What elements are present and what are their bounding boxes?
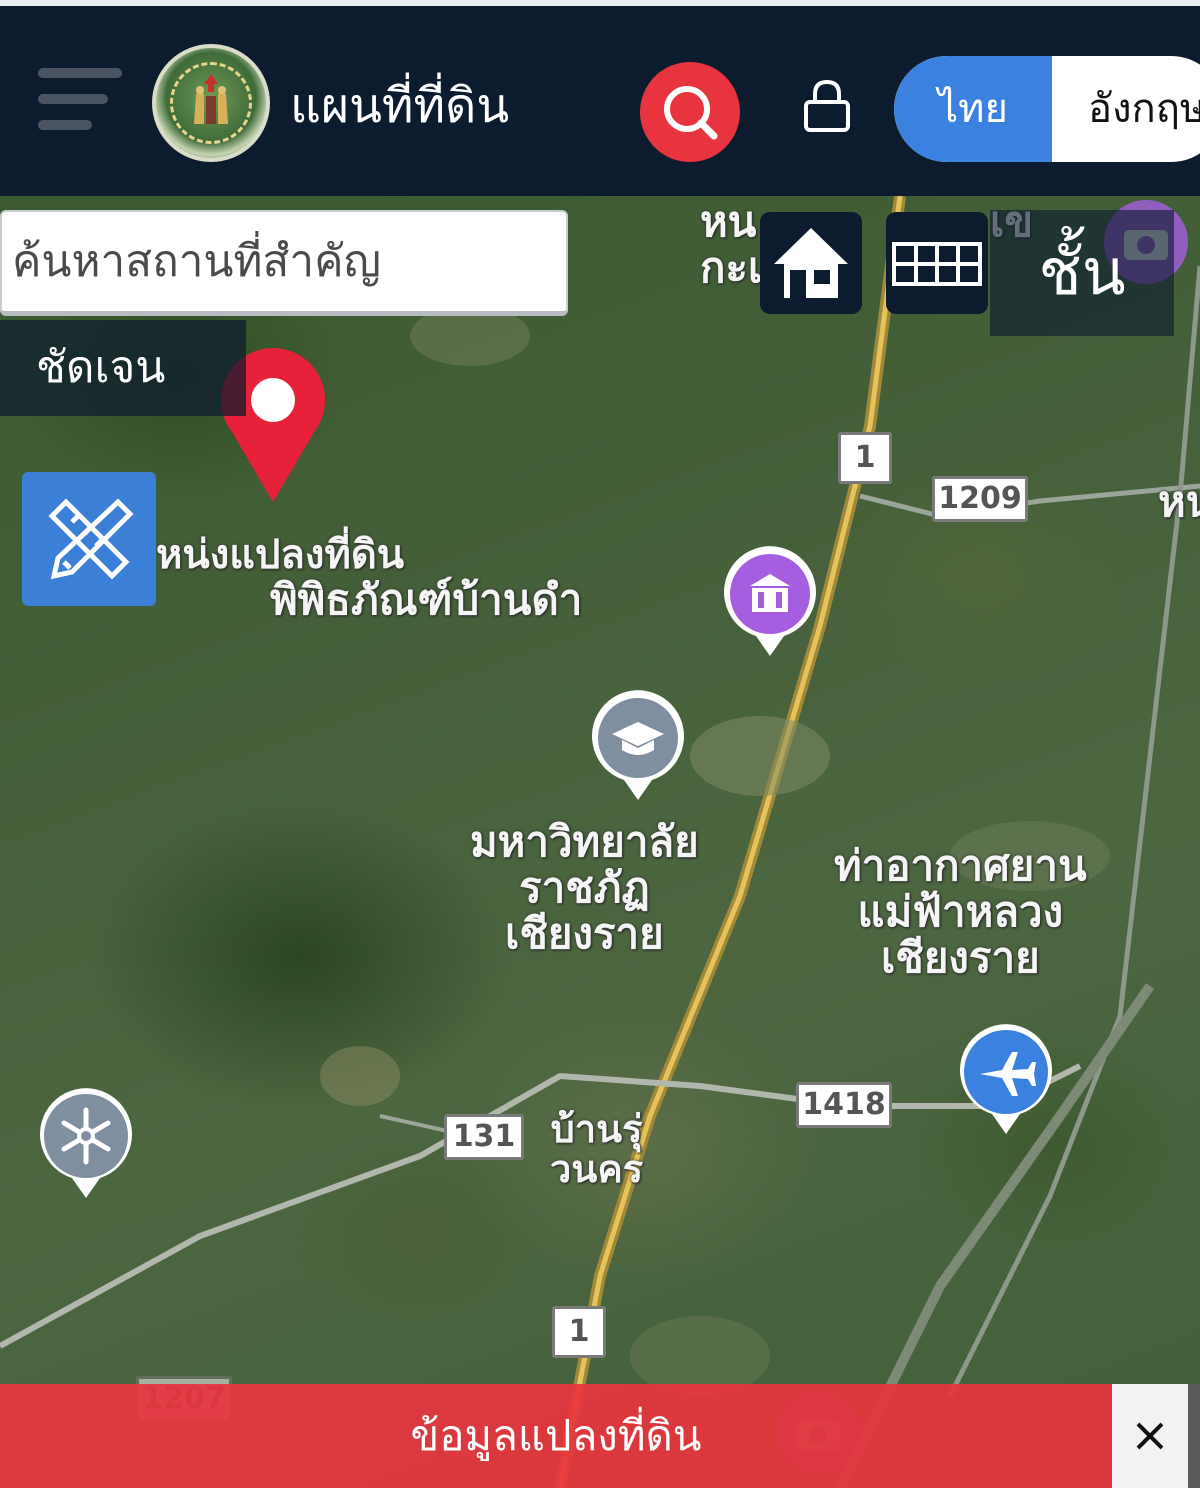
home-icon — [774, 228, 848, 298]
snowflake-icon — [40, 1088, 133, 1198]
place-search-input[interactable] — [2, 212, 566, 311]
language-switch: ไทย อังกฤษ — [894, 56, 1200, 162]
land-info-bar[interactable]: ข้อมูลแปลงที่ดิน — [0, 1384, 1112, 1488]
grid-button[interactable] — [886, 212, 988, 314]
poi-airport[interactable] — [956, 1022, 1056, 1140]
place-search-box — [0, 210, 568, 316]
road-shield: 1 — [838, 432, 892, 484]
home-button[interactable] — [760, 212, 862, 314]
lang-thai-button[interactable]: ไทย — [894, 56, 1052, 162]
map-label-museum: พิพิธภัณฑ์บ้านดำ — [270, 578, 583, 624]
graduation-cap-icon — [592, 690, 684, 800]
map-label-village: บ้านรุ่ วนคร — [550, 1109, 644, 1191]
map-label-land-parcel: หน่งแปลงที่ดิน — [156, 532, 405, 577]
measure-tool-button[interactable] — [22, 472, 156, 606]
road-shield: 1 — [552, 1306, 606, 1358]
land-map-app: แผนที่ที่ดิน ไทย อังกฤษ หน กะเ ห หน่งแปล… — [0, 0, 1200, 1488]
close-icon — [1136, 1422, 1164, 1450]
grid-icon — [892, 242, 982, 286]
clear-button[interactable]: ชัดเจน — [0, 320, 246, 416]
map-label-university: มหาวิทยาลัย ราชภัฏ เชียงราย — [470, 820, 699, 958]
search-icon — [664, 86, 718, 140]
map-label-right-edge: หน — [1158, 480, 1200, 526]
lang-english-button[interactable]: อังกฤษ — [1052, 56, 1200, 162]
login-button[interactable] — [800, 78, 854, 134]
airplane-icon — [960, 1024, 1052, 1134]
poi-snowflake[interactable] — [36, 1086, 136, 1204]
close-button[interactable] — [1112, 1384, 1188, 1488]
poi-university[interactable] — [588, 688, 688, 806]
poi-museum[interactable] — [720, 544, 820, 662]
map-label-airport: ท่าอากาศยาน แม่ฟ้าหลวง เชียงราย — [834, 844, 1087, 982]
ruler-pencil-icon — [48, 498, 134, 580]
department-seal-logo — [152, 44, 270, 162]
road-shield: 1418 — [796, 1082, 892, 1128]
app-title: แผนที่ที่ดิน — [290, 80, 510, 133]
map-label-top-partial: หน กะเ — [700, 200, 763, 292]
menu-icon[interactable] — [38, 68, 122, 132]
layers-button[interactable]: ชั้น — [990, 210, 1174, 336]
edge-strip — [1188, 1384, 1200, 1488]
search-button[interactable] — [640, 62, 740, 162]
museum-icon — [724, 546, 816, 656]
road-shield: 131 — [444, 1114, 524, 1160]
road-shield: 1209 — [932, 476, 1028, 522]
lock-icon — [804, 79, 850, 132]
seal-emblem-icon — [194, 74, 228, 124]
top-bar: แผนที่ที่ดิน ไทย อังกฤษ — [0, 0, 1200, 196]
